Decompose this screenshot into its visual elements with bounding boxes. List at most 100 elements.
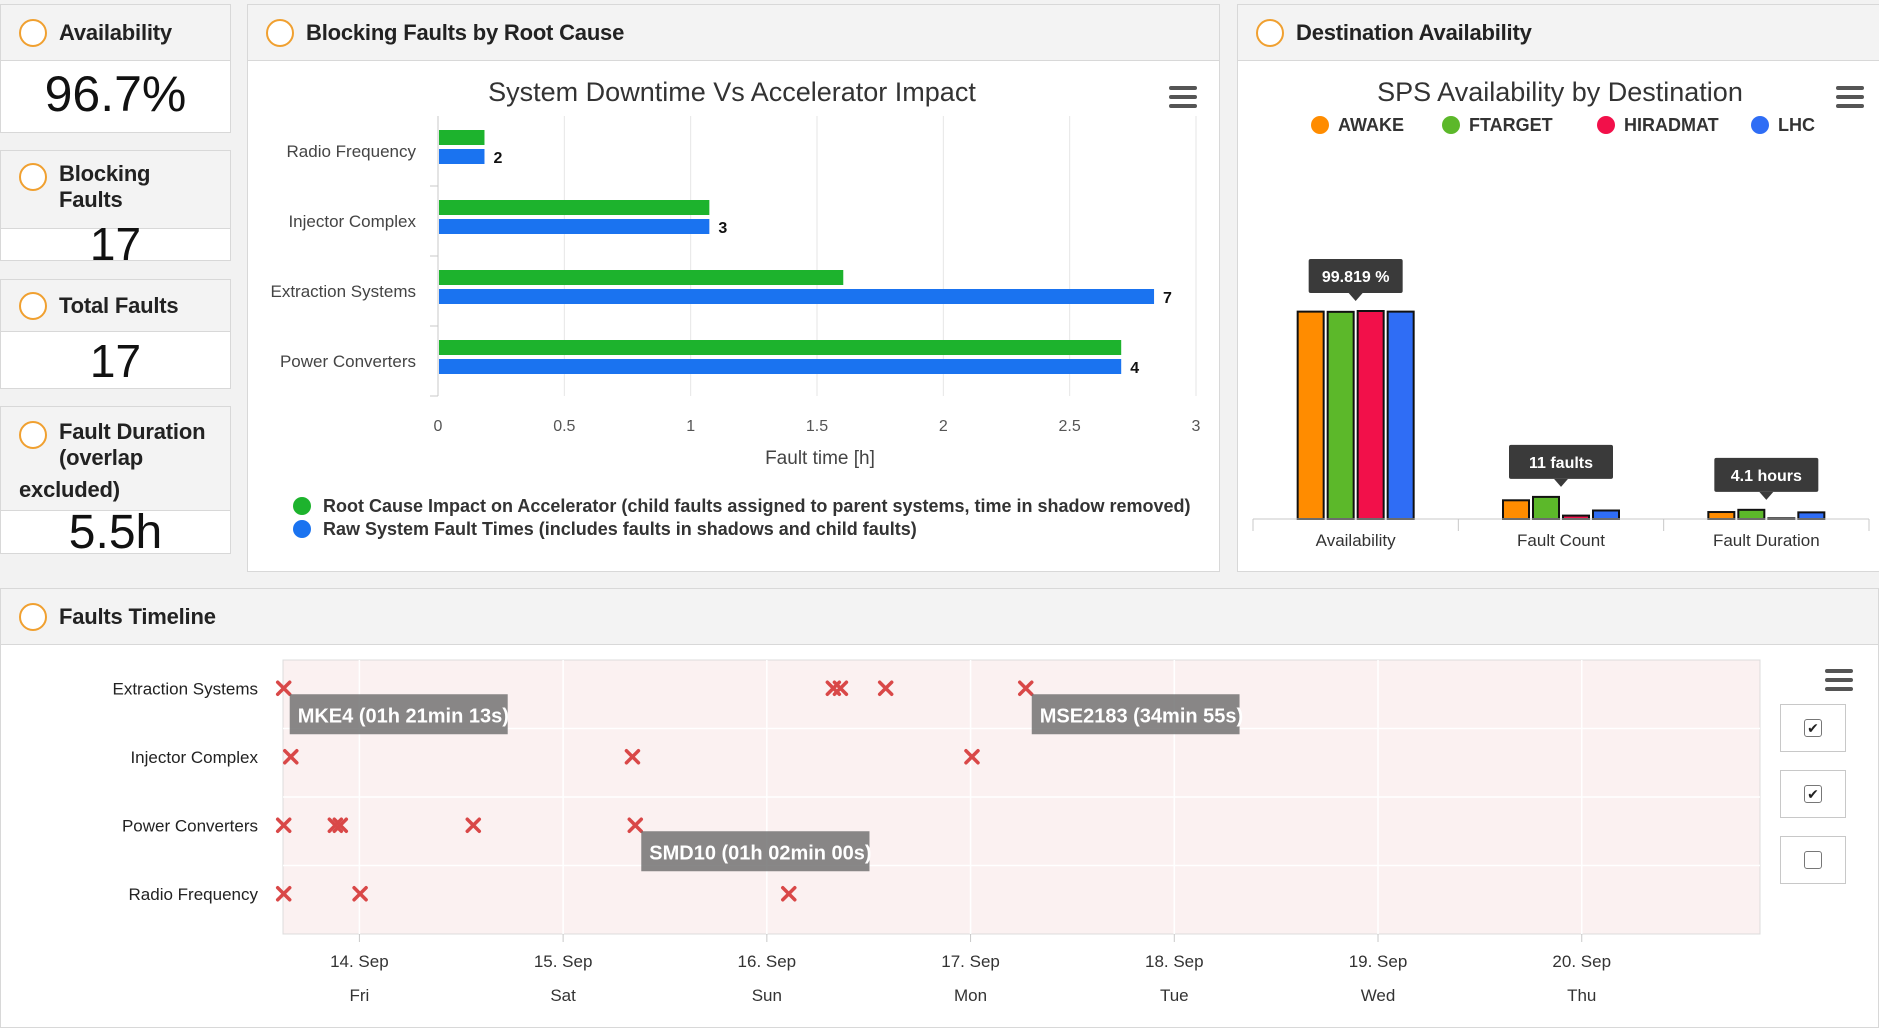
chart-menu-icon[interactable]: [1825, 669, 1853, 691]
legend-label[interactable]: FTARGET: [1469, 115, 1553, 135]
legend-dot[interactable]: [1442, 116, 1460, 134]
fault-label-text: MSE2183 (34min 55s): [1040, 705, 1243, 727]
destination-availability-panel: Destination Availability SPS Availabilit…: [1237, 4, 1879, 572]
y-tick-label: Injector Complex: [288, 212, 416, 231]
bar[interactable]: [1356, 310, 1385, 520]
bar[interactable]: [1502, 499, 1530, 520]
bar[interactable]: [439, 130, 485, 145]
checkbox-box[interactable]: [1804, 851, 1822, 869]
kpi-value: 5.5h: [68, 506, 163, 559]
kpi-title-line: Blocking: [59, 161, 151, 186]
blocking-faults-kpi-card: Blocking Faults 17: [0, 150, 231, 270]
fault-label-text: SMD10 (01h 02min 00s): [649, 842, 871, 864]
tooltip-text: 11 faults: [1529, 455, 1593, 472]
x-tick-label: 0: [434, 418, 443, 435]
x-tick-label: 2: [939, 418, 948, 435]
row-checkbox-extraction[interactable]: ✔: [1780, 704, 1846, 752]
fault-duration-kpi-card: Fault Duration (overlap excluded) 5.5h: [0, 406, 231, 559]
legend-label[interactable]: HIRADMAT: [1624, 115, 1719, 135]
bar[interactable]: [439, 270, 844, 285]
x-tick-day: Mon: [954, 986, 987, 1005]
kpi-title: Blocking Faults: [59, 161, 151, 213]
legend-label[interactable]: LHC: [1778, 115, 1815, 135]
kpi-value: 17: [89, 218, 142, 270]
legend-label[interactable]: AWAKE: [1338, 115, 1404, 135]
circle-icon: [19, 291, 47, 320]
circle-icon: [1256, 18, 1284, 47]
legend-dot-raw-times[interactable]: [293, 520, 311, 538]
kpi-title-line: excluded): [19, 476, 120, 502]
kpi-title: Availability: [59, 19, 172, 45]
circle-icon: [19, 18, 47, 47]
bar-data-label: 2: [493, 150, 502, 167]
x-tick-label: 3: [1192, 418, 1201, 435]
x-tick-date: 16. Sep: [738, 952, 797, 971]
x-tick-date: 14. Sep: [330, 952, 389, 971]
availability-kpi-header: Availability: [1, 5, 230, 61]
bar[interactable]: [1386, 310, 1415, 520]
chart-title: System Downtime Vs Accelerator Impact: [488, 77, 976, 107]
row-checkbox-injector[interactable]: ✔: [1780, 770, 1846, 818]
legend-label-root-cause[interactable]: Root Cause Impact on Accelerator (child …: [323, 496, 1191, 516]
x-tick-label: 2.5: [1059, 418, 1081, 435]
faults-timeline-panel: Faults Timeline Extraction Systems Inject…: [0, 588, 1879, 1028]
blocking-faults-panel-header: Blocking Faults by Root Cause: [248, 5, 1219, 61]
kpi-title-line: Fault Duration: [59, 419, 206, 444]
x-tick-date: 17. Sep: [941, 952, 1000, 971]
faults-timeline-panel-header: Faults Timeline: [1, 589, 1878, 645]
x-tick-label: Fault Duration: [1713, 531, 1820, 550]
fault-duration-kpi-header: Fault Duration (overlap excluded): [1, 407, 230, 511]
bar[interactable]: [439, 149, 485, 164]
bar[interactable]: [439, 219, 710, 234]
bar[interactable]: [1296, 310, 1325, 520]
x-axis-labels: 14. Sep Fri 15. Sep Sat 16. Sep Sun 17. Sep Mon…: [330, 952, 1611, 1005]
destination-availability-panel-header: Destination Availability: [1238, 5, 1879, 61]
total-faults-kpi-header: Total Faults: [1, 280, 230, 332]
chart-tooltips: 99.819 % 11 faults 4.1 hours: [1308, 259, 1819, 500]
bar[interactable]: [1326, 310, 1355, 520]
x-tick-date: 15. Sep: [534, 952, 593, 971]
x-tick-day: Wed: [1361, 986, 1396, 1005]
bar[interactable]: [1707, 511, 1736, 520]
chart-title: SPS Availability by Destination: [1377, 77, 1743, 107]
x-tick-day: Tue: [1160, 986, 1189, 1005]
bar[interactable]: [439, 359, 1122, 374]
legend-dot[interactable]: [1311, 116, 1329, 134]
legend-dot[interactable]: [1751, 116, 1769, 134]
y-tick-label: Radio Frequency: [287, 142, 417, 161]
x-tick-label: 0.5: [553, 418, 575, 435]
blocking-faults-panel: Blocking Faults by Root Cause System Dow…: [247, 4, 1220, 572]
x-axis-title: Fault time [h]: [765, 448, 875, 469]
bar[interactable]: [1532, 495, 1560, 520]
bar-data-label: 4: [1130, 360, 1139, 377]
circle-icon: [19, 602, 47, 631]
panel-title: Blocking Faults by Root Cause: [306, 19, 625, 45]
kpi-title: Fault Duration (overlap: [59, 419, 229, 471]
bar[interactable]: [439, 340, 1122, 355]
bar[interactable]: [1797, 511, 1826, 520]
legend-dot[interactable]: [1597, 116, 1615, 134]
legend-label-raw-times[interactable]: Raw System Fault Times (includes faults …: [323, 519, 917, 539]
row-checkbox-power[interactable]: [1780, 836, 1846, 884]
chart-bars: 2 3 7 4: [439, 130, 1172, 377]
checkbox-box[interactable]: ✔: [1804, 785, 1822, 803]
faults-timeline-chart: Extraction Systems Injector Complex Power …: [113, 659, 1761, 1005]
circle-icon: [19, 421, 47, 449]
bar[interactable]: [439, 289, 1155, 304]
y-axis-labels: Extraction Systems Injector Complex Power …: [113, 679, 259, 904]
chart-legend: AWAKE FTARGET HIRADMAT LHC: [1311, 115, 1815, 135]
y-tick-label: Injector Complex: [130, 748, 258, 767]
x-tick-date: 20. Sep: [1552, 952, 1611, 971]
checkbox-box[interactable]: ✔: [1804, 719, 1822, 737]
kpi-value: 17: [89, 335, 142, 387]
y-axis-labels: Radio Frequency Injector Complex Extractio…: [271, 142, 417, 371]
tooltip-pointer: [1554, 478, 1568, 487]
x-tick-label: Availability: [1316, 531, 1397, 550]
bar[interactable]: [439, 200, 710, 215]
fault-label-text: MKE4 (01h 21min 13s): [298, 705, 509, 727]
bar[interactable]: [1562, 514, 1590, 521]
x-tick-date: 19. Sep: [1349, 952, 1408, 971]
legend-dot-root-cause[interactable]: [293, 497, 311, 515]
bar[interactable]: [1737, 508, 1766, 521]
bar[interactable]: [1592, 509, 1620, 520]
